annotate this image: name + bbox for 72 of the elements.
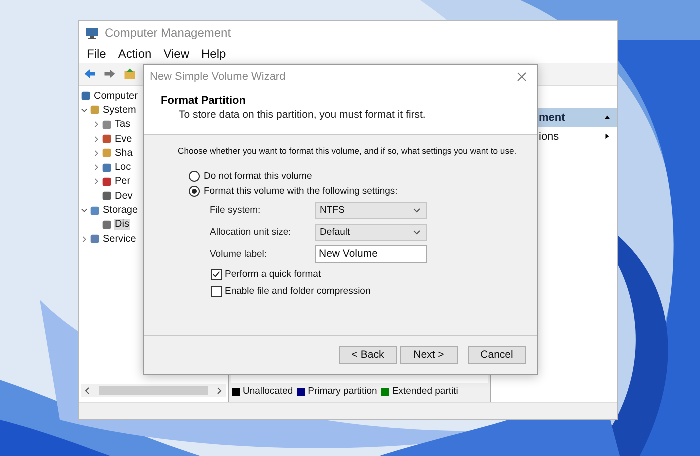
triangle-right-icon[interactable]: [604, 133, 611, 140]
field-label: Allocation unit size:: [210, 226, 292, 238]
chevron-right-icon[interactable]: [93, 164, 100, 172]
radio-label: Do not format this volume: [204, 171, 312, 182]
checkbox-label: Perform a quick format: [225, 269, 322, 280]
back-icon[interactable]: [83, 67, 97, 81]
scrollbar-thumb[interactable]: [99, 386, 208, 395]
field-label: Volume label:: [210, 248, 268, 260]
dialog-title: New Simple Volume Wizard: [150, 71, 286, 83]
checkbox[interactable]: [211, 286, 222, 297]
tree-item[interactable]: Dis: [114, 219, 130, 230]
caret-icon: [413, 228, 421, 236]
tree-item[interactable]: Computer: [93, 90, 139, 102]
triangle-up-icon[interactable]: [604, 114, 611, 121]
forward-icon[interactable]: [103, 67, 117, 81]
node-icon: [90, 206, 100, 216]
close-icon[interactable]: [517, 72, 527, 82]
radio-button[interactable]: [189, 171, 200, 182]
caret-icon: [413, 206, 421, 214]
menu-item[interactable]: Help: [202, 46, 226, 60]
dropdown[interactable]: Default: [315, 224, 427, 240]
tree-item[interactable]: Tas: [114, 119, 132, 130]
tree-item[interactable]: Storage: [102, 205, 140, 216]
legend-label: Unallocated: [243, 386, 294, 397]
tree-item[interactable]: Service: [102, 234, 138, 245]
checkbox-label: Enable file and folder compression: [225, 286, 371, 297]
input-field[interactable]: New Volume: [315, 245, 427, 263]
node-icon: [90, 105, 100, 116]
checkbox[interactable]: [211, 269, 222, 280]
chevron-down-icon[interactable]: [81, 106, 88, 114]
tree-item[interactable]: Per: [114, 176, 132, 188]
chevron-right-icon[interactable]: [93, 121, 100, 128]
radio-label: Format this volume with the following settings:: [204, 186, 398, 197]
node-icon: [90, 234, 100, 244]
page-subtitle: To store data on this partition, you must format it first.: [178, 109, 427, 121]
window-title: Computer Management: [105, 26, 232, 40]
instruction-text: Choose whether you want to format this volume, and if so, what settings you want to use.: [178, 146, 518, 156]
field-label: File system:: [210, 204, 262, 216]
node-icon: [102, 176, 112, 187]
radio-button[interactable]: [189, 186, 200, 197]
tree-item[interactable]: Eve: [114, 134, 134, 145]
chevron-right-icon[interactable]: [93, 150, 100, 157]
node-icon: [102, 220, 112, 230]
tree-item[interactable]: Sha: [114, 148, 134, 159]
chevron-right-icon[interactable]: [93, 178, 100, 186]
legend-label: Extended partiti: [392, 386, 458, 397]
dialog-button[interactable]: < Back: [339, 346, 397, 364]
chevron-right-icon[interactable]: [93, 136, 100, 143]
menu-item[interactable]: View: [164, 46, 190, 60]
tree-item[interactable]: System: [102, 104, 138, 116]
folder-up-icon[interactable]: [123, 67, 137, 81]
dialog-button[interactable]: Next >: [400, 346, 458, 364]
tree-item[interactable]: Loc: [114, 162, 132, 174]
node-icon: [81, 91, 91, 102]
dialog-button[interactable]: Cancel: [468, 346, 526, 364]
chevron-right-icon[interactable]: [81, 236, 88, 243]
node-icon: [102, 162, 112, 173]
menu-item[interactable]: Action: [118, 46, 152, 60]
menu-item[interactable]: File: [87, 46, 106, 60]
dropdown[interactable]: NTFS: [315, 202, 427, 218]
node-icon: [102, 120, 112, 130]
node-icon: [102, 148, 112, 158]
chevron-down-icon[interactable]: [81, 207, 88, 214]
node-icon: [102, 134, 112, 144]
scroll-right-icon[interactable]: [215, 386, 223, 394]
scroll-left-icon[interactable]: [84, 386, 92, 394]
page-heading: Format Partition: [161, 95, 247, 107]
horizontal-scrollbar[interactable]: [81, 384, 226, 397]
computer-icon: [85, 26, 99, 40]
tree-item[interactable]: Dev: [114, 190, 134, 202]
node-icon: [102, 191, 112, 202]
legend-label: Primary partition: [308, 386, 378, 397]
